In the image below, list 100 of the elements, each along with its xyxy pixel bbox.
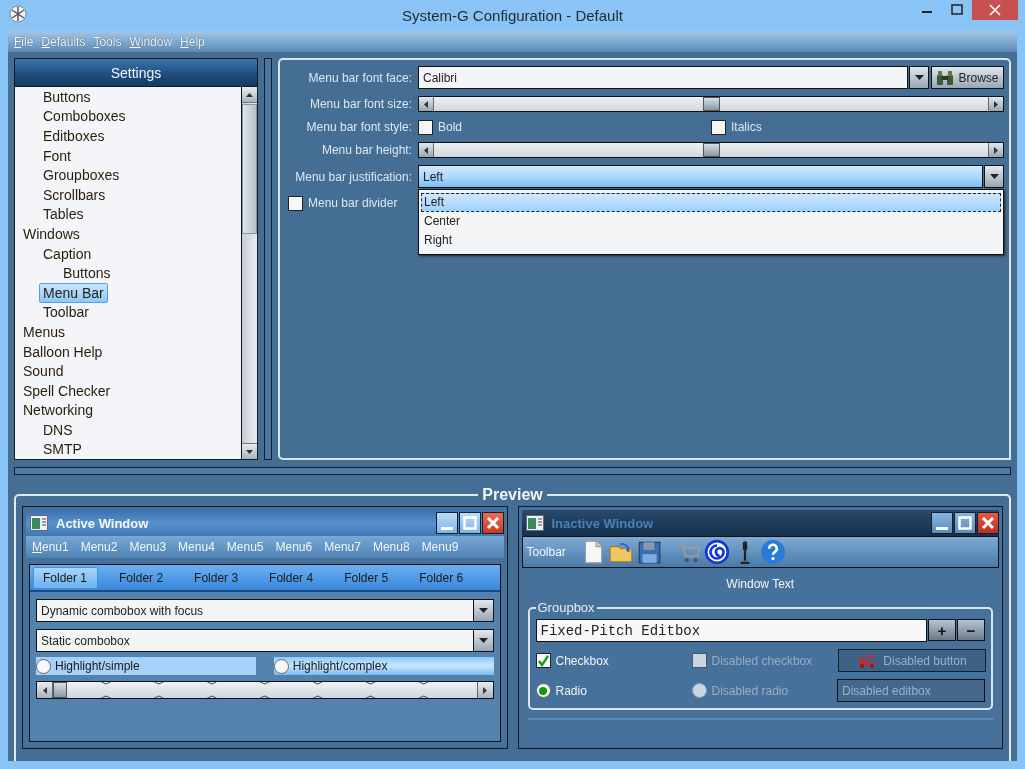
separator-bar[interactable] — [14, 467, 1011, 475]
tab[interactable]: Folder 2 — [110, 567, 174, 588]
checkbox-label: Checkbox — [555, 653, 609, 668]
minimize-icon — [440, 526, 453, 530]
checkbox[interactable] — [288, 195, 303, 211]
window-icon — [525, 515, 544, 531]
maximize-button[interactable] — [458, 512, 481, 534]
checkbox[interactable] — [711, 119, 726, 135]
radio-label: Radio — [555, 683, 587, 698]
combobox[interactable]: Dynamic combobox with focus — [36, 599, 474, 622]
tree-item[interactable]: Networking — [19, 400, 98, 421]
scroll-left-button[interactable] — [419, 143, 434, 157]
browse-button[interactable]: Browse — [931, 66, 1004, 89]
tree-item[interactable]: Toolbar — [39, 302, 93, 323]
dropdown-option[interactable]: Center — [421, 212, 1001, 231]
maximize-icon — [951, 4, 963, 16]
dropdown-button[interactable] — [473, 629, 494, 652]
maximize-icon — [958, 516, 972, 530]
splitter-bar[interactable] — [264, 58, 272, 460]
dropdown-button[interactable] — [473, 599, 494, 622]
slider-thumb[interactable] — [702, 97, 720, 111]
star-badge-icon — [9, 5, 27, 23]
minimize-icon — [936, 526, 948, 530]
radio-label: Disabled radio — [711, 683, 789, 698]
tree-item[interactable]: Buttons — [59, 263, 115, 284]
combobox[interactable]: Static combobox — [36, 629, 474, 652]
tree-item[interactable]: Groupboxes — [39, 165, 124, 186]
tree-item[interactable]: Menu Bar — [39, 282, 108, 303]
tab[interactable]: Folder 3 — [185, 567, 249, 588]
tab[interactable]: Folder 6 — [410, 567, 474, 588]
slider-thumb[interactable] — [702, 143, 720, 157]
tree-item[interactable]: Sound — [19, 361, 68, 382]
field-label: Menu bar height: — [321, 143, 412, 157]
tree-item[interactable]: Comboboxes — [39, 106, 130, 127]
tree-item[interactable]: Windows — [19, 223, 84, 244]
scroll-right-button[interactable] — [988, 143, 1003, 157]
tab[interactable]: Folder 5 — [335, 567, 399, 588]
group-title: Groupbox — [536, 600, 596, 615]
caret-down-icon — [914, 75, 924, 80]
tree-item[interactable]: Editboxes — [39, 126, 109, 146]
close-button[interactable] — [977, 512, 999, 534]
checkbox[interactable] — [418, 119, 433, 135]
checkbox-label: Italics — [731, 120, 762, 134]
caret-down-icon — [478, 638, 488, 643]
scrollbar[interactable] — [242, 87, 257, 459]
maximize-icon — [462, 516, 477, 530]
input-field[interactable]: Calibri — [418, 66, 908, 89]
minimize-button[interactable] — [931, 512, 953, 534]
window-title: System-G Configuration - Default — [402, 7, 623, 24]
checkbox-label: Bold — [438, 120, 463, 134]
close-icon — [485, 516, 500, 530]
tab[interactable]: Folder 4 — [260, 567, 324, 588]
radio-button[interactable] — [535, 683, 551, 698]
spin-button[interactable]: − — [957, 619, 985, 641]
caret-right-icon — [483, 686, 487, 694]
tree-item[interactable]: Balloon Help — [19, 341, 107, 362]
spin-button[interactable]: + — [928, 619, 956, 641]
tree-item[interactable]: SMTP — [39, 439, 86, 459]
scroll-left-button[interactable] — [419, 97, 434, 111]
close-icon — [989, 4, 1001, 16]
checkbox-label: Disabled checkbox — [711, 653, 813, 668]
tree-item[interactable]: Spell Checker — [19, 380, 115, 401]
minimize-icon — [922, 11, 932, 13]
tab[interactable]: Folder 1 — [33, 566, 99, 589]
scroll-right-button[interactable] — [988, 97, 1003, 111]
caret-down-icon — [246, 449, 253, 454]
radio-button[interactable] — [36, 658, 51, 674]
maximize-button[interactable] — [954, 512, 976, 534]
tree-item[interactable]: Tables — [39, 204, 88, 225]
field-label: Menu bar font style: — [306, 120, 412, 134]
input-field[interactable]: Fixed-Pitch Editbox — [535, 619, 927, 642]
checkbox[interactable] — [535, 653, 551, 668]
dropdown-button[interactable] — [909, 66, 929, 89]
tree-item[interactable]: Buttons — [39, 87, 95, 107]
caret-down-icon — [478, 608, 488, 613]
tree-item[interactable]: DNS — [39, 419, 77, 440]
dropdown-button[interactable] — [984, 165, 1004, 188]
radio-label: Highlight/complex — [292, 659, 388, 673]
caret-left-icon — [424, 146, 428, 154]
tree-item[interactable]: Scrollbars — [39, 184, 110, 205]
tree-item[interactable]: Caption — [39, 243, 96, 264]
swirl-icon[interactable] — [703, 539, 730, 565]
field-label: Menu bar font face: — [308, 70, 412, 85]
tree-item[interactable]: Menus — [19, 321, 70, 342]
slider-thumb[interactable] — [53, 682, 67, 698]
hand-truck-icon — [857, 653, 878, 668]
close-button[interactable] — [481, 512, 504, 534]
dropdown-option[interactable]: Left — [421, 193, 1001, 212]
field-label: Menu bar justification: — [295, 169, 412, 184]
tree-item[interactable]: Font — [39, 145, 75, 166]
minimize-button[interactable] — [435, 512, 458, 534]
radio-button[interactable] — [273, 658, 289, 674]
checkmark-icon — [536, 654, 550, 667]
window-icon — [30, 515, 48, 531]
dropdown-option[interactable]: Right — [421, 231, 1001, 250]
checkbox-label: Menu bar divider — [308, 196, 398, 210]
help-icon[interactable] — [759, 539, 786, 565]
dropdown-field[interactable]: Left — [418, 165, 983, 188]
scroll-left-button[interactable] — [37, 682, 53, 698]
radio-label: Highlight/simple — [55, 659, 140, 673]
